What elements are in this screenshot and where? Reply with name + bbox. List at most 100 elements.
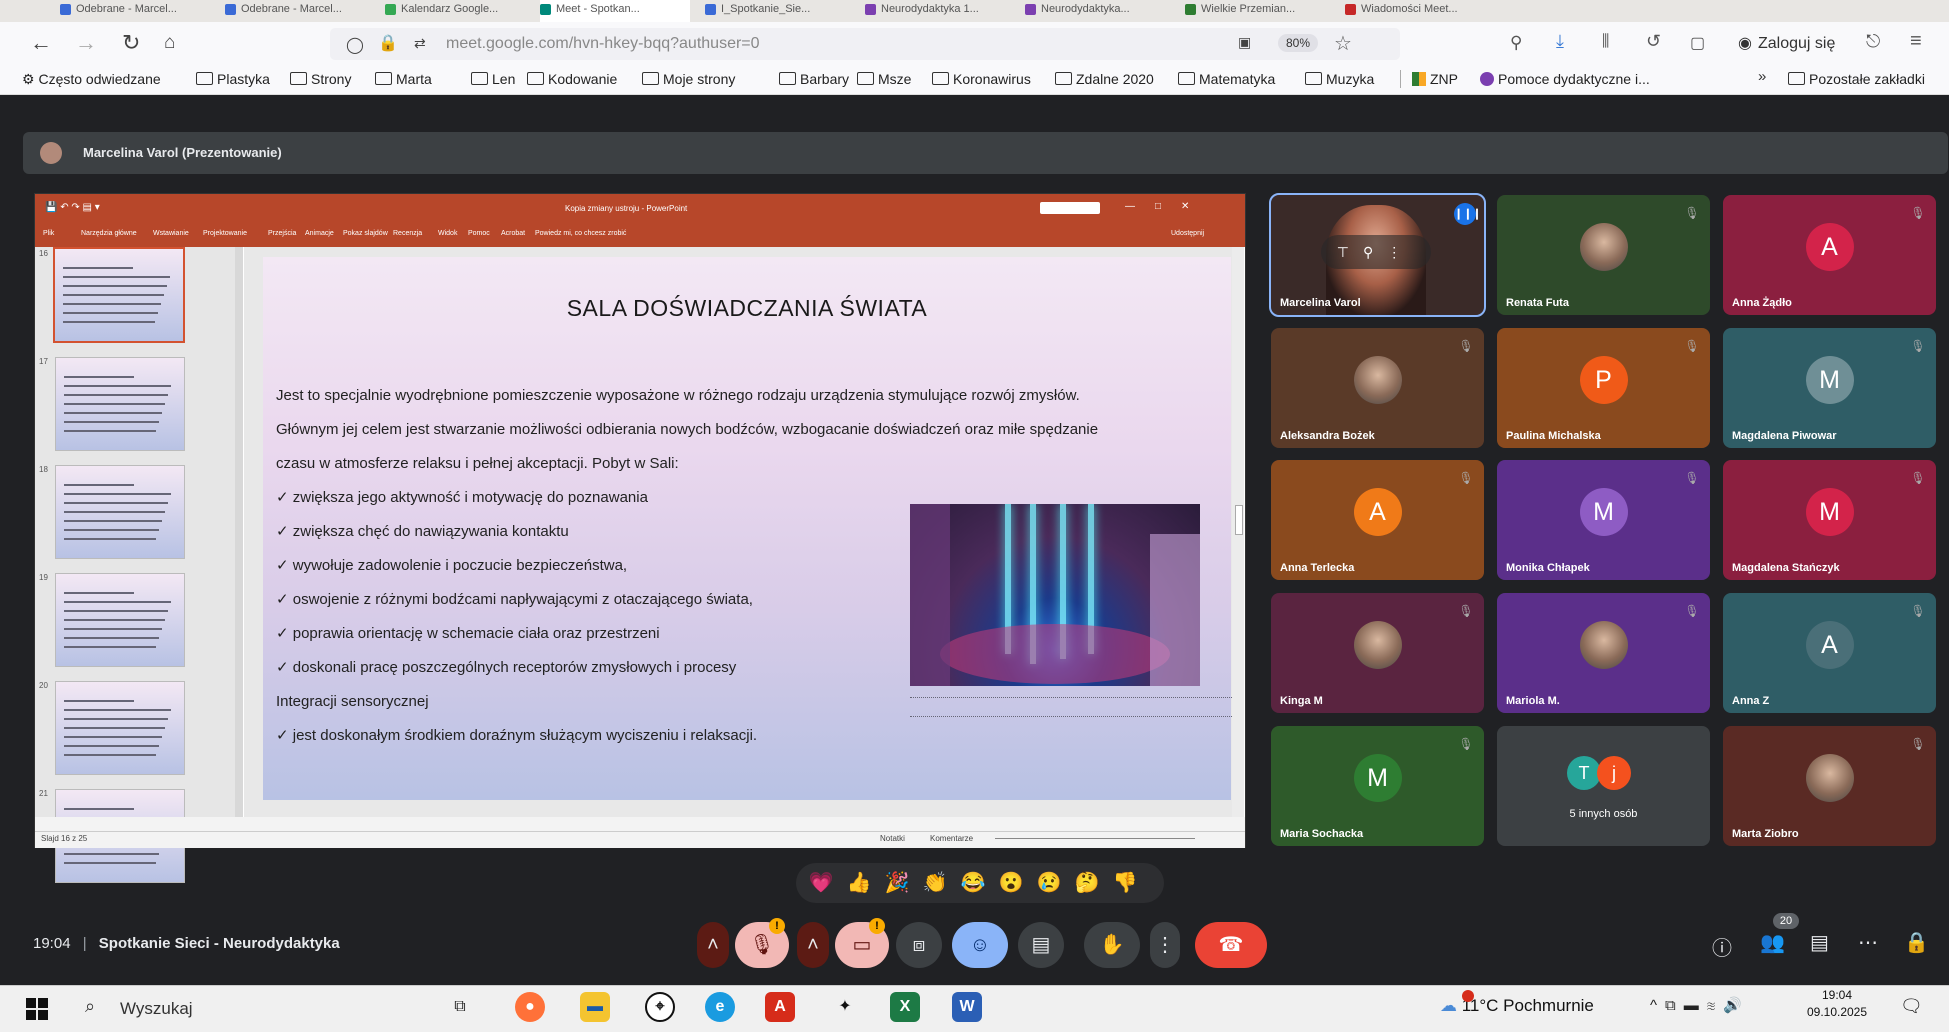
participant-tile[interactable]: M 🎙 Magdalena Stańczyk [1723, 460, 1936, 580]
lock-icon[interactable]: 🔒 [378, 33, 398, 53]
participant-tile[interactable]: Tj 5 innych osób [1497, 726, 1710, 846]
bookmark-item[interactable]: Plastyka [196, 70, 270, 88]
library-icon[interactable]: ⫼ [1602, 33, 1609, 51]
comments-button[interactable]: Komentarze [930, 834, 973, 843]
participant-tile[interactable]: M 🎙 Monika Chłapek [1497, 460, 1710, 580]
notifications-icon[interactable]: 🗨 [1900, 996, 1923, 1017]
bookmark-item[interactable]: Len [471, 70, 515, 88]
bookmark-item[interactable]: Msze [857, 70, 911, 88]
back-icon[interactable]: ← [30, 30, 52, 56]
chat-icon[interactable]: ▤ [1810, 930, 1829, 955]
extensions-icon[interactable]: ⎋ [1866, 31, 1880, 52]
slide-scrollbar[interactable] [1232, 247, 1244, 817]
home-icon[interactable]: ⌂ [164, 30, 175, 56]
participant-tile[interactable]: 🎙 Kinga M [1271, 593, 1484, 713]
bookmark-item[interactable]: ZNP [1412, 70, 1458, 88]
people-icon[interactable]: 👥 [1760, 930, 1785, 955]
meeting-details-icon[interactable]: ⓘ [1712, 932, 1732, 961]
browser-tab[interactable]: Wielkie Przemian... [1185, 0, 1335, 22]
ribbon-tab[interactable]: Udostępnij [1171, 230, 1204, 237]
window-controls[interactable]: —□✕ [1125, 201, 1209, 212]
bookmark-item[interactable]: Koronawirus [932, 70, 1031, 88]
reaction-emoji-button[interactable]: 🤔 [1072, 868, 1102, 898]
slide-scrollbar-thumb[interactable] [1235, 505, 1243, 535]
system-tray-icons[interactable]: ^⧉▬≋🔊 [1650, 996, 1750, 1014]
ribbon-tab[interactable]: Wstawianie [153, 230, 189, 237]
reaction-emoji-button[interactable]: 😢 [1034, 868, 1064, 898]
excel-icon[interactable]: X [890, 992, 920, 1022]
menu-icon[interactable]: ≡ [1910, 30, 1922, 53]
ribbon-tab[interactable]: Pokaz slajdów [343, 230, 388, 237]
bookmark-item[interactable]: Kodowanie [527, 70, 617, 88]
slide-thumbnail[interactable] [55, 681, 185, 775]
bookmark-item[interactable]: Marta [375, 70, 432, 88]
bookmark-item[interactable]: Pozostałe zakładki [1788, 70, 1925, 88]
more-options-button[interactable]: ⋮ [1150, 922, 1180, 968]
browser-tab[interactable]: Kalendarz Google... [385, 0, 535, 22]
camera-options-chevron-icon[interactable]: ˄ [797, 922, 829, 968]
leave-call-button[interactable]: ☎ [1195, 922, 1267, 968]
participant-tile[interactable]: 🎙 Aleksandra Bożek [1271, 328, 1484, 448]
participant-tile[interactable]: ⊤⚲⋮ ❙❙❙ Marcelina Varol [1269, 193, 1486, 317]
browser-tab[interactable]: Odebrane - Marcel... [225, 0, 375, 22]
ribbon-tab[interactable]: Narzędzia główne [81, 230, 137, 237]
shared-presentation-window[interactable]: 💾 ↶ ↷ ▤ ▾ Kopia zmiany ustroju - PowerPo… [34, 193, 1246, 883]
clock[interactable]: 19:04 09.10.2025 [1802, 988, 1872, 1019]
browser-tab[interactable]: Meet - Spotkan... [540, 0, 690, 22]
slide-thumbnail[interactable] [53, 247, 185, 343]
participant-tile[interactable]: P 🎙 Paulina Michalska [1497, 328, 1710, 448]
forward-icon[interactable]: → [75, 30, 97, 56]
account-icon[interactable]: ⚲ [1510, 33, 1522, 53]
shield-icon[interactable]: ◯ [346, 35, 364, 55]
zoom-slider[interactable] [995, 835, 1195, 843]
participant-tile[interactable]: 🎙 Marta Ziobro [1723, 726, 1936, 846]
captions-button[interactable]: ▤ [1018, 922, 1064, 968]
ribbon-tab[interactable]: Projektowanie [203, 230, 247, 237]
ppt-signin-button[interactable] [1040, 202, 1100, 214]
mic-options-chevron-icon[interactable]: ˄ [697, 922, 729, 968]
reactions-button[interactable]: ☺ [952, 922, 1008, 968]
windows-start-icon[interactable] [26, 998, 48, 1020]
browser-tab[interactable]: Neurodydaktyka 1... [865, 0, 1015, 22]
participant-tile[interactable]: A 🎙 Anna Żądło [1723, 195, 1936, 315]
browser-tab[interactable]: Neurodydaktyka... [1025, 0, 1175, 22]
participant-tile[interactable]: 🎙 Mariola M. [1497, 593, 1710, 713]
url-text[interactable]: meet.google.com/hvn-hkey-bqq?authuser=0 [446, 35, 760, 53]
bookmark-star-icon[interactable]: ☆ [1334, 31, 1352, 56]
ribbon-tab[interactable]: Acrobat [501, 230, 525, 237]
participant-tile[interactable]: 🎙 Renata Futa [1497, 195, 1710, 315]
taskbar-search-box[interactable]: ⌕ Wyszukaj [80, 992, 420, 1024]
thumbnail-scrollbar[interactable] [235, 247, 243, 817]
reaction-emoji-button[interactable]: 👎 [1110, 868, 1140, 898]
firefox-icon[interactable]: ● [515, 992, 545, 1022]
notes-button[interactable]: Notatki [880, 834, 905, 843]
ribbon-tab[interactable]: Pomoc [468, 230, 490, 237]
tile-hover-controls[interactable]: ⊤⚲⋮ [1321, 235, 1431, 269]
file-explorer-icon[interactable]: ▬ [580, 992, 610, 1022]
slide-thumbnail[interactable] [55, 357, 185, 451]
browser-tab[interactable]: Odebrane - Marcel... [60, 0, 210, 22]
reaction-emoji-button[interactable]: 💗 [806, 868, 836, 898]
edge-icon[interactable]: e [705, 992, 735, 1022]
bookmark-item[interactable]: Strony [290, 70, 351, 88]
reaction-emoji-button[interactable]: 🎉 [882, 868, 912, 898]
ribbon-tab[interactable]: Animacje [305, 230, 334, 237]
host-controls-icon[interactable]: 🔒 [1904, 930, 1929, 955]
participant-tile[interactable]: A 🎙 Anna Z [1723, 593, 1936, 713]
ribbon-tab[interactable]: Widok [438, 230, 457, 237]
slide-canvas[interactable]: SALA DOŚWIADCZANIA ŚWIATA Jest to specja… [263, 257, 1240, 800]
bookmark-item[interactable]: ⚙ Często odwiedzane [22, 70, 161, 88]
ribbon-tab[interactable]: Plik [43, 230, 54, 237]
word-icon[interactable]: W [952, 992, 982, 1022]
reaction-emoji-button[interactable]: 😂 [958, 868, 988, 898]
reader-view-icon[interactable]: ▣ [1238, 34, 1251, 51]
ribbon-tab[interactable]: Recenzja [393, 230, 422, 237]
activities-icon[interactable]: ⋯ [1858, 930, 1878, 955]
maps-app-icon[interactable]: ⌖ [645, 992, 675, 1022]
acrobat-icon[interactable]: A [765, 992, 795, 1022]
ribbon-tab[interactable]: Przejścia [268, 230, 296, 237]
history-icon[interactable]: ↺ [1646, 31, 1661, 52]
reaction-emoji-button[interactable]: 👏 [920, 868, 950, 898]
browser-tab[interactable]: I_Spotkanie_Sie... [705, 0, 855, 22]
reaction-emoji-button[interactable]: 😮 [996, 868, 1026, 898]
